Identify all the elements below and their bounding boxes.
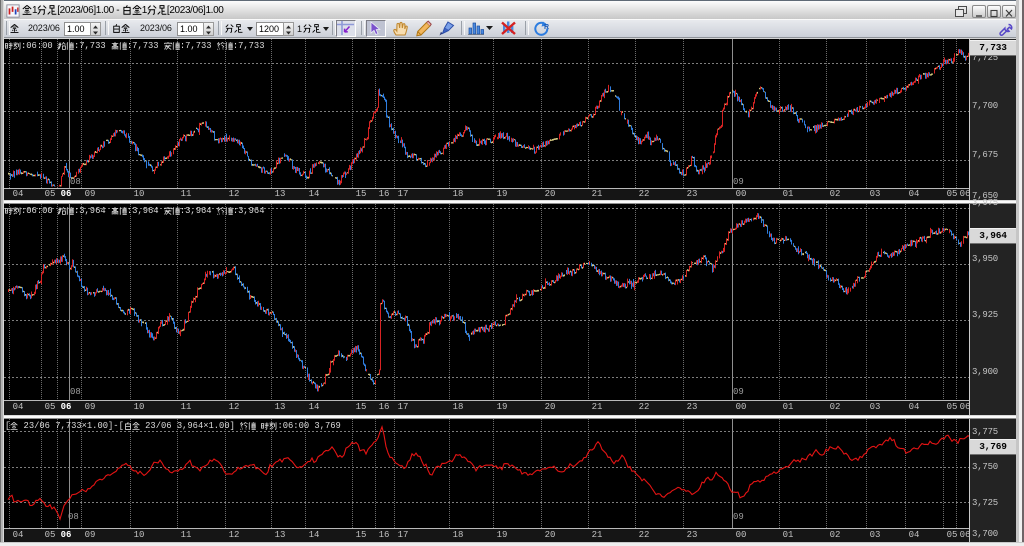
svg-text:R: R	[544, 24, 549, 31]
